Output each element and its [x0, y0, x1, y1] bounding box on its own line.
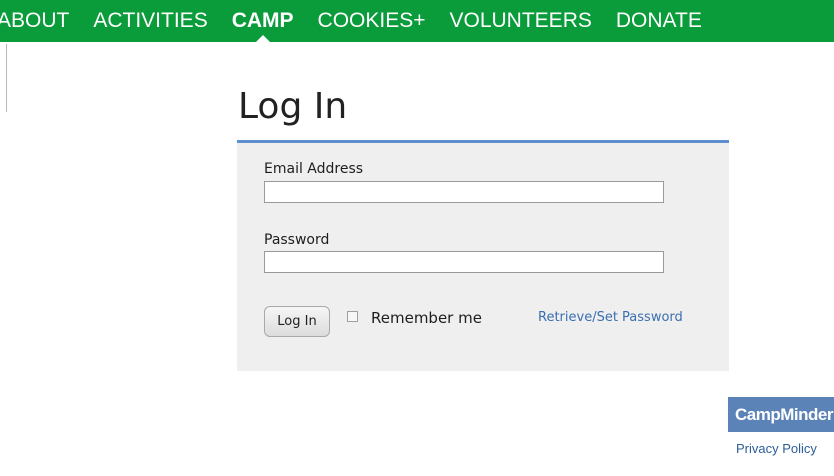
active-caret-icon [255, 35, 270, 42]
top-navigation-bar: ABOUT ACTIVITIES CAMP COOKIES+ VOLUNTEER… [0, 0, 834, 42]
nav-item-donate[interactable]: DONATE [604, 0, 714, 42]
email-label: Email Address [264, 161, 364, 177]
remember-me-checkbox[interactable] [347, 311, 358, 322]
left-divider [6, 44, 7, 112]
nav-item-camp-label: CAMP [231, 9, 294, 32]
password-label: Password [264, 232, 330, 248]
nav-item-cookies[interactable]: COOKIES+ [306, 0, 438, 42]
login-form-panel: Email Address Password Log In Remember m… [237, 143, 729, 371]
nav-item-activities[interactable]: ACTIVITIES [81, 0, 219, 42]
email-field[interactable] [264, 181, 664, 203]
nav-item-about[interactable]: ABOUT [0, 0, 81, 42]
campminder-logo[interactable]: CampMinder [728, 397, 834, 432]
nav-item-camp[interactable]: CAMP [220, 0, 306, 42]
password-field[interactable] [264, 251, 664, 273]
retrieve-password-link[interactable]: Retrieve/Set Password [538, 310, 683, 325]
nav-items: ABOUT ACTIVITIES CAMP COOKIES+ VOLUNTEER… [0, 0, 714, 42]
page-title: Log In [238, 86, 348, 127]
nav-item-volunteers[interactable]: VOLUNTEERS [438, 0, 604, 42]
privacy-policy-link[interactable]: Privacy Policy [736, 441, 817, 456]
remember-me-label[interactable]: Remember me [371, 309, 482, 327]
login-button[interactable]: Log In [264, 306, 330, 337]
